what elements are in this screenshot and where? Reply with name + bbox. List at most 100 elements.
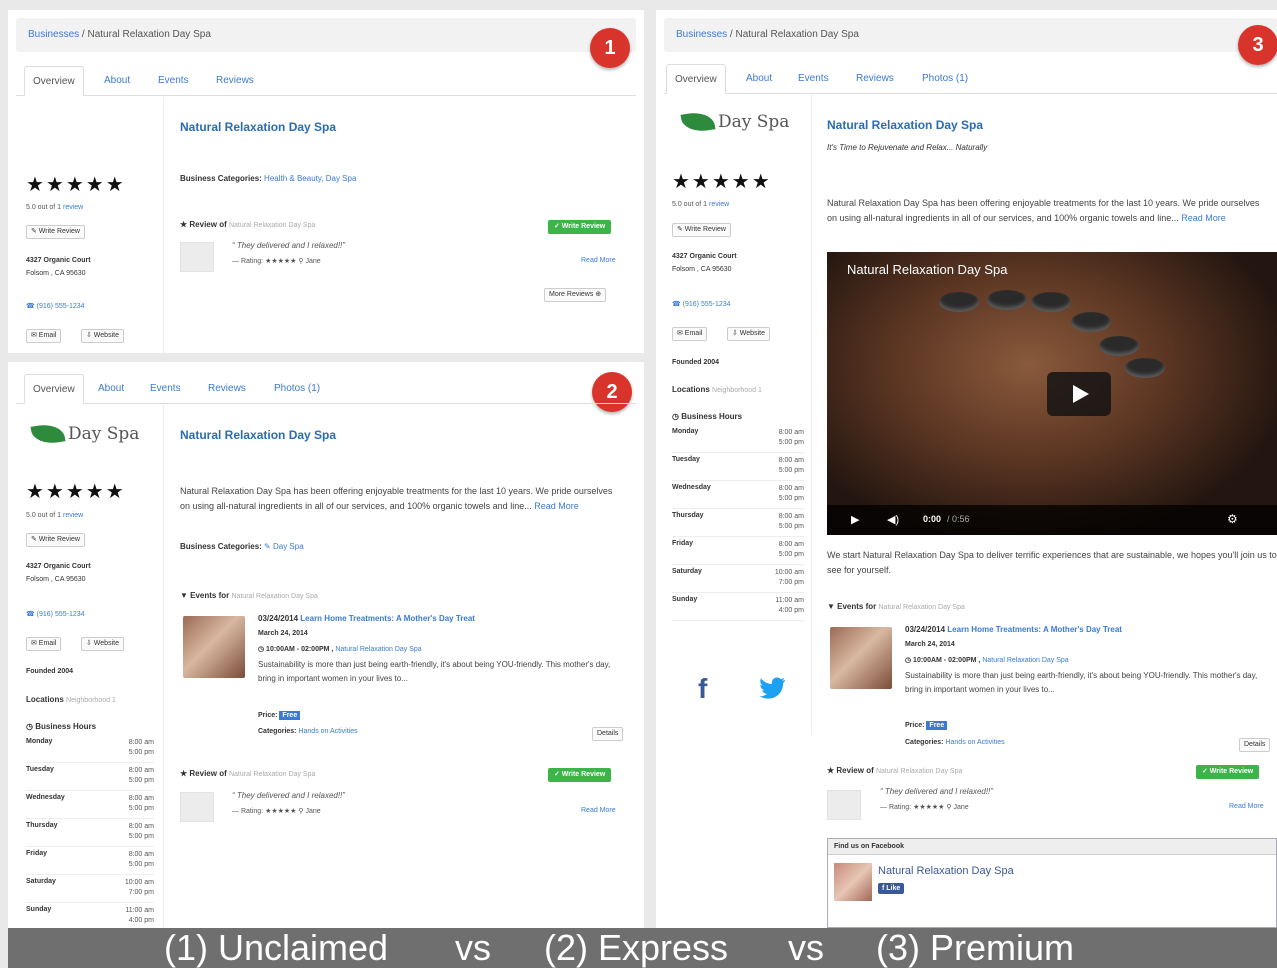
play-control-icon[interactable]: ▶	[851, 513, 859, 526]
rating-text: 5.0 out of 1	[26, 512, 62, 519]
event-date: 03/24/2014	[258, 614, 299, 623]
tab-reviews[interactable]: Reviews	[216, 66, 254, 96]
phone-link[interactable]: ☎ (916) 555-1234	[26, 610, 85, 618]
business-hours-table: Monday 8:00 am 5:00 pm Tuesday 8:00 am 5:00…	[26, 735, 154, 928]
website-button[interactable]: ⇩ Website	[81, 329, 124, 343]
after-video-text: We start Natural Relaxation Day Spa to d…	[827, 550, 1277, 575]
tab-photos[interactable]: Photos (1)	[274, 374, 320, 404]
hot-stone	[1099, 336, 1139, 356]
volume-icon[interactable]: ◀)	[887, 513, 899, 526]
tab-about[interactable]: About	[746, 64, 772, 94]
write-review-button[interactable]: ✎ Write Review	[26, 225, 85, 239]
tab-overview[interactable]: Overview	[666, 64, 726, 94]
comparison-caption: (1) Unclaimed vs (2) Express vs (3) Prem…	[8, 928, 1277, 968]
review-count-link[interactable]: review	[709, 201, 729, 208]
write-review-button[interactable]: ✎ Write Review	[26, 533, 85, 547]
tab-events[interactable]: Events	[158, 66, 189, 96]
review-of-name: Natural Relaxation Day Spa	[875, 768, 963, 775]
email-button[interactable]: ✉ Email	[26, 329, 62, 343]
event-price: Price: Free	[258, 711, 301, 720]
review-count-link[interactable]: review	[63, 204, 83, 211]
tab-events[interactable]: Events	[150, 374, 181, 404]
video-player[interactable]: Natural Relaxation Day Spa ▶ ◀) 0:00 / 0…	[827, 252, 1277, 535]
write-review-button[interactable]: ✎ Write Review	[672, 223, 731, 237]
panel-number-badge: 3	[1238, 25, 1277, 65]
hours-time: 8:00 am 5:00 pm	[778, 429, 804, 446]
event-description: Sustainability is more than just being e…	[905, 671, 1258, 694]
rating-stars: ★★★★★	[26, 174, 126, 196]
tab-about[interactable]: About	[104, 66, 130, 96]
categories-link[interactable]: Health & Beauty, Day Spa	[264, 174, 356, 183]
description-read-more[interactable]: Read More	[1181, 213, 1226, 223]
categories-link[interactable]: ✎ Day Spa	[264, 542, 304, 551]
address-line1: 4327 Organic Court	[26, 563, 91, 570]
read-more-link[interactable]: Read More	[581, 807, 616, 814]
video-title: Natural Relaxation Day Spa	[847, 262, 1008, 277]
facebook-icon[interactable]: f	[698, 673, 707, 705]
events-heading: ▼ Events for Natural Relaxation Day Spa	[827, 602, 965, 611]
write-review-green-button[interactable]: ✓ Write Review	[548, 768, 612, 782]
website-button[interactable]: ⇩ Website	[727, 327, 770, 341]
caption-premium: (3) Premium	[876, 927, 1075, 968]
hours-day: Wednesday	[672, 484, 711, 491]
facebook-page-link[interactable]: Natural Relaxation Day Spa	[878, 865, 1014, 877]
event-venue-link[interactable]: Natural Relaxation Day Spa	[982, 657, 1068, 664]
tab-bar: Overview About Events Reviews Photos (1)	[664, 64, 1277, 94]
review-count-link[interactable]: review	[63, 512, 83, 519]
breadcrumb-businesses-link[interactable]: Businesses	[28, 29, 79, 40]
email-button[interactable]: ✉ Email	[26, 637, 62, 651]
website-button[interactable]: ⇩ Website	[81, 637, 124, 651]
hours-row: Thursday 8:00 am 5:00 pm	[26, 819, 154, 847]
event-details-button[interactable]: Details	[592, 727, 624, 741]
events-for-label: ▼ Events for	[180, 591, 230, 600]
event-image[interactable]	[183, 616, 245, 678]
hours-time: 8:00 am 5:00 pm	[778, 485, 804, 502]
write-review-green-button[interactable]: ✓ Write Review	[548, 220, 612, 234]
phone-link[interactable]: ☎ (916) 555-1234	[26, 302, 85, 310]
business-title[interactable]: Natural Relaxation Day Spa	[180, 120, 336, 134]
event-image[interactable]	[830, 627, 892, 689]
review-of-name: Natural Relaxation Day Spa	[228, 771, 316, 778]
logo-text: Day Spa	[718, 112, 790, 132]
play-icon[interactable]	[1047, 372, 1111, 416]
event-title-link[interactable]: Learn Home Treatments: A Mother's Day Tr…	[300, 614, 475, 623]
review-meta: — Rating: ★★★★★ ⚲ Jane	[880, 804, 969, 811]
business-title[interactable]: Natural Relaxation Day Spa	[827, 118, 983, 132]
twitter-icon[interactable]	[760, 677, 786, 704]
tab-reviews[interactable]: Reviews	[208, 374, 246, 404]
breadcrumb-businesses-link[interactable]: Businesses	[676, 29, 727, 40]
facebook-page-thumbnail[interactable]	[834, 863, 872, 901]
event-title-link[interactable]: Learn Home Treatments: A Mother's Day Tr…	[947, 625, 1122, 634]
event-price: Price: Free	[905, 721, 948, 730]
tab-overview[interactable]: Overview	[24, 66, 84, 96]
email-button[interactable]: ✉ Email	[672, 327, 708, 341]
event-details-button[interactable]: Details	[1239, 738, 1271, 752]
read-more-link[interactable]: Read More	[581, 257, 616, 264]
rating-summary: 5.0 out of 1 review	[26, 204, 83, 211]
description-read-more[interactable]: Read More	[534, 501, 579, 511]
settings-gear-icon[interactable]: ⚙	[1227, 512, 1238, 526]
event-categories-link[interactable]: Hands on Activities	[945, 739, 1004, 746]
write-review-green-button[interactable]: ✓ Write Review	[1196, 765, 1260, 779]
more-reviews-button[interactable]: More Reviews ⊕	[544, 288, 607, 302]
event-categories-link[interactable]: Hands on Activities	[298, 728, 357, 735]
tab-overview[interactable]: Overview	[24, 374, 84, 404]
business-title[interactable]: Natural Relaxation Day Spa	[180, 428, 336, 442]
rating-summary: 5.0 out of 1 review	[26, 512, 83, 519]
read-more-link[interactable]: Read More	[1229, 803, 1264, 810]
tab-photos[interactable]: Photos (1)	[922, 64, 968, 94]
tab-events[interactable]: Events	[798, 64, 829, 94]
event-time-text: ◷ 10:00AM - 02:00PM ,	[905, 657, 981, 664]
tab-reviews[interactable]: Reviews	[856, 64, 894, 94]
tab-about[interactable]: About	[98, 374, 124, 404]
rating-text: 5.0 out of 1	[26, 204, 62, 211]
hours-time: 11:00 am 4:00 pm	[775, 597, 804, 614]
hours-day: Thursday	[26, 822, 58, 829]
address-line2: Folsom , CA 95630	[672, 266, 732, 273]
rating-stars: ★★★★★	[26, 481, 126, 503]
facebook-like-button[interactable]: f Like	[878, 883, 905, 894]
event-venue-link[interactable]: Natural Relaxation Day Spa	[335, 646, 421, 653]
logo-text: Day Spa	[68, 424, 140, 444]
phone-link[interactable]: ☎ (916) 555-1234	[672, 300, 731, 308]
hours-day: Friday	[26, 850, 48, 857]
